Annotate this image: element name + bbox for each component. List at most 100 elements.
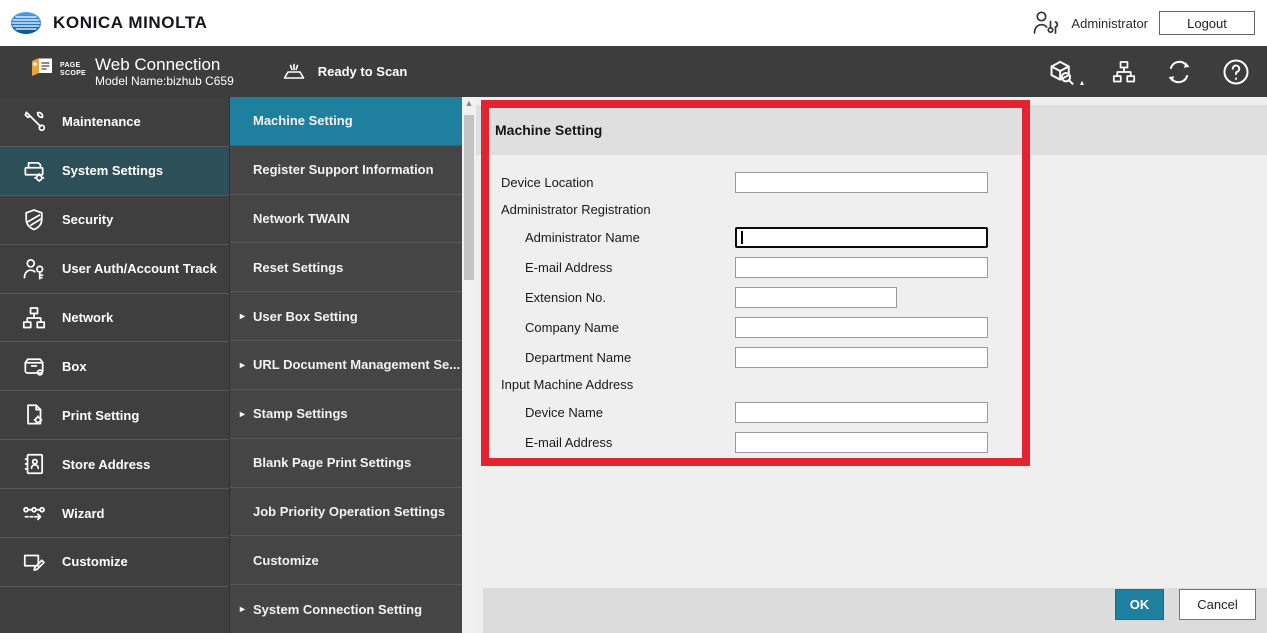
brand: KONICA MINOLTA — [10, 10, 207, 36]
sidebar-item-network[interactable]: Network — [0, 293, 229, 342]
e-mail-address-input[interactable] — [735, 257, 988, 278]
expand-arrow-icon: ► — [238, 604, 253, 614]
submenu-item-system-connection-setting[interactable]: ►System Connection Setting — [230, 584, 462, 633]
scrollbar-thumb[interactable] — [464, 115, 474, 280]
pagescope-brand: PAGE SCOPE Web Connection Model Name:biz… — [28, 55, 234, 88]
address-book-icon — [20, 451, 48, 477]
footer-action-bar: OK Cancel — [483, 588, 1267, 633]
konica-globe-icon — [10, 10, 44, 36]
submenu-item-label: System Connection Setting — [253, 602, 422, 617]
field-label: Device Location — [476, 175, 735, 190]
submenu-item-label: Register Support Information — [253, 162, 434, 177]
sidebar-item-wizard[interactable]: Wizard — [0, 488, 229, 537]
administrator-name-input[interactable] — [735, 227, 988, 248]
sidebar-item-customize[interactable]: Customize — [0, 537, 229, 586]
form-section-input-machine-address: Input Machine Address — [476, 372, 1267, 397]
submenu-item-label: Stamp Settings — [253, 406, 348, 421]
submenu-item-label: Network TWAIN — [253, 211, 350, 226]
secondary-sidebar: Machine Setting Register Support Informat… — [229, 97, 462, 633]
pagescope-icon — [28, 55, 56, 80]
app-bar: PAGE SCOPE Web Connection Model Name:biz… — [0, 46, 1267, 97]
submenu-item-stamp-settings[interactable]: ►Stamp Settings — [230, 389, 462, 438]
submenu-item-url-document-management-se-[interactable]: ►URL Document Management Se... — [230, 340, 462, 389]
scroll-up-arrow-icon[interactable]: ▲ — [462, 98, 476, 108]
user-area: Administrator Logout — [1030, 8, 1255, 38]
sidebar-item-label: Security — [62, 212, 113, 227]
user-role-label: Administrator — [1071, 16, 1148, 31]
extension-no--input[interactable] — [735, 287, 897, 308]
content-header-band: Machine Setting — [476, 105, 1267, 155]
submenu-item-network-twain[interactable]: Network TWAIN — [230, 194, 462, 243]
sidebar-item-label: Store Address — [62, 457, 150, 472]
sidebar-item-user-auth-account-track[interactable]: User Auth/Account Track — [0, 244, 229, 293]
sidebar-item-system-settings[interactable]: System Settings — [0, 146, 229, 195]
form-row-extension-no-: Extension No. — [476, 282, 1267, 312]
network-map-icon[interactable] — [1111, 59, 1137, 85]
sidebar-item-label: User Auth/Account Track — [62, 261, 217, 276]
section-label: Administrator Registration — [476, 202, 651, 217]
field-label: Device Name — [476, 405, 735, 420]
sidebar-item-label: Print Setting — [62, 408, 139, 423]
print-gear-icon — [20, 402, 48, 428]
main-layout: MaintenanceSystem Settings Security User A… — [0, 97, 1267, 633]
field-label: E-mail Address — [476, 260, 735, 275]
device-location-input[interactable] — [735, 172, 988, 193]
field-label: E-mail Address — [476, 435, 735, 450]
admin-person-wrench-icon — [1030, 8, 1060, 38]
sidebar-item-store-address[interactable]: Store Address — [0, 439, 229, 488]
sidebar-item-box[interactable]: Box — [0, 341, 229, 390]
submenu-scrollbar[interactable]: ▲ — [462, 97, 476, 633]
department-name-input[interactable] — [735, 347, 988, 368]
field-label: Company Name — [476, 320, 735, 335]
help-icon[interactable] — [1221, 57, 1251, 87]
cancel-button[interactable]: Cancel — [1179, 589, 1256, 620]
form-row-company-name: Company Name — [476, 312, 1267, 342]
user-auth-key-icon — [20, 256, 48, 282]
form-row-e-mail-address: E-mail Address — [476, 252, 1267, 282]
sidebar-item-label: Customize — [62, 554, 128, 569]
sidebar-item-print-setting[interactable]: Print Setting — [0, 390, 229, 439]
refresh-icon[interactable] — [1164, 57, 1194, 87]
device-name-input[interactable] — [735, 402, 988, 423]
sidebar-filler — [0, 586, 229, 633]
submenu-item-reset-settings[interactable]: Reset Settings — [230, 242, 462, 291]
ok-button[interactable]: OK — [1115, 589, 1164, 620]
form-row-administrator-name: Administrator Name — [476, 222, 1267, 252]
appbar-icon-group: ▴ — [1046, 57, 1251, 87]
field-label: Department Name — [476, 350, 735, 365]
submenu-item-customize[interactable]: Customize — [230, 535, 462, 584]
field-label: Administrator Name — [476, 230, 735, 245]
system-settings-icon — [20, 158, 48, 184]
maintenance-icon — [20, 108, 48, 134]
model-name: Model Name:bizhub C659 — [95, 74, 234, 88]
top-bar: KONICA MINOLTA Administrator Logout — [0, 0, 1267, 46]
sidebar-item-label: Network — [62, 310, 113, 325]
form-row-device-location: Device Location — [476, 167, 1267, 197]
page-title: Machine Setting — [495, 122, 602, 138]
sidebar-item-security[interactable]: Security — [0, 195, 229, 244]
submenu-item-job-priority-operation-settings[interactable]: Job Priority Operation Settings — [230, 487, 462, 536]
machine-setting-form: Device Location Administrator Registratio… — [476, 155, 1267, 457]
e-mail-address-input[interactable] — [735, 432, 988, 453]
pagescope-wordmark: PAGE SCOPE — [60, 62, 86, 77]
wizard-steps-icon — [20, 500, 48, 526]
content-panel: Machine Setting Device Location Administr… — [476, 97, 1267, 633]
company-name-input[interactable] — [735, 317, 988, 338]
submenu-item-register-support-information[interactable]: Register Support Information — [230, 145, 462, 194]
submenu-item-label: Customize — [253, 553, 319, 568]
scanner-icon — [280, 60, 308, 84]
app-title: Web Connection — [95, 55, 234, 74]
network-map-icon — [20, 305, 48, 331]
submenu-item-blank-page-print-settings[interactable]: Blank Page Print Settings — [230, 438, 462, 487]
logout-button[interactable]: Logout — [1159, 11, 1255, 35]
brand-text: KONICA MINOLTA — [53, 13, 207, 33]
text-caret — [741, 231, 743, 244]
section-label: Input Machine Address — [476, 377, 633, 392]
customize-pencil-icon — [20, 549, 48, 575]
submenu-item-user-box-setting[interactable]: ►User Box Setting — [230, 291, 462, 340]
submenu-item-label: Job Priority Operation Settings — [253, 504, 445, 519]
sidebar-item-maintenance[interactable]: Maintenance — [0, 97, 229, 146]
sidebar-item-label: Wizard — [62, 506, 105, 521]
device-search-icon[interactable]: ▴ — [1046, 57, 1084, 87]
submenu-item-machine-setting[interactable]: Machine Setting — [230, 97, 462, 145]
